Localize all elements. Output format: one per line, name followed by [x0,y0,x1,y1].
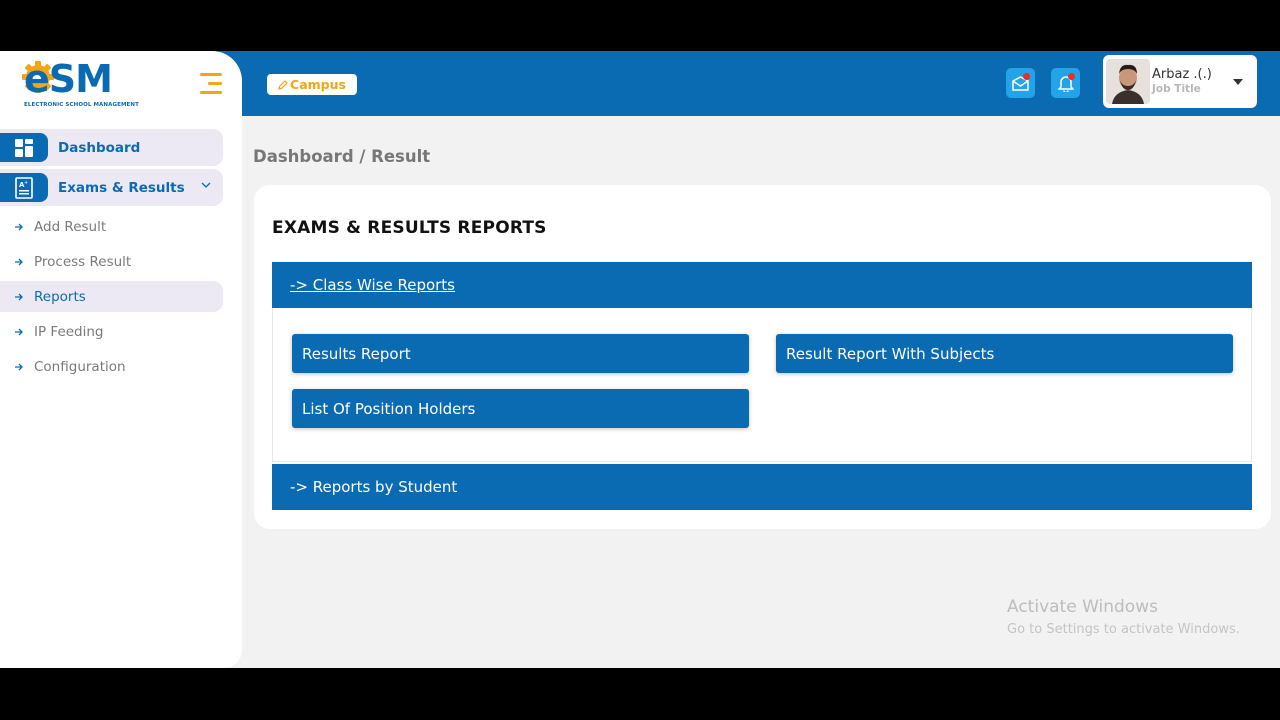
logo-text: eSM [24,57,113,101]
arrow-right-icon [15,223,23,230]
campus-label: Campus [290,77,346,92]
logo-subtitle: ELECTRONIC SCHOOL MANAGEMENT [24,102,139,108]
user-menu[interactable]: Arbaz .(.) Job Title [1103,55,1257,108]
notification-dot [1023,73,1030,80]
sidebar-item-exams-results[interactable]: A + Exams & Results [0,169,223,206]
position-holders-button[interactable]: List Of Position Holders [292,389,749,428]
sidebar-item-reports[interactable]: Reports [0,281,223,312]
arrow-right-icon [15,293,23,300]
pencil-icon [278,79,288,90]
dashboard-icon [0,133,48,162]
class-wise-reports-header[interactable]: -> Class Wise Reports [272,262,1252,308]
sidebar-item-configuration[interactable]: Configuration [0,351,223,382]
user-job-title: Job Title [1152,83,1201,95]
arrow-right-icon [15,328,23,335]
notifications-button[interactable] [1051,68,1080,98]
page-title: EXAMS & RESULTS REPORTS [272,218,547,238]
sidebar-item-label: Dashboard [58,139,141,156]
activation-watermark-text: Go to Settings to activate Windows. [1007,622,1240,637]
sidebar-item-label: Add Result [34,218,107,235]
sidebar-item-label: Exams & Results [58,179,185,196]
arrow-right-icon [15,363,23,370]
exam-sheet-icon: A + [0,173,48,202]
accordion-label: -> Reports by Student [290,478,458,496]
sidebar-item-label: Configuration [34,358,126,375]
messages-button[interactable] [1006,68,1035,98]
campus-button[interactable]: Campus [267,74,357,95]
sidebar: eSM ELECTRONIC SCHOOL MANAGEMENT Dashboa… [0,51,242,668]
app-screen: Campus Arbaz .(.) Job Title eSM ELECTRON… [0,51,1280,668]
breadcrumb: Dashboard / Result [253,147,431,166]
class-wise-reports-panel: Results Report Result Report With Subjec… [272,308,1252,462]
sidebar-item-add-result[interactable]: Add Result [0,211,223,242]
reports-by-student-header[interactable]: -> Reports by Student [272,464,1252,510]
sidebar-item-dashboard[interactable]: Dashboard [0,129,223,166]
sidebar-item-label: Process Result [34,253,132,270]
sidebar-item-label: IP Feeding [34,323,104,340]
caret-down-icon[interactable] [1233,79,1243,85]
result-report-with-subjects-button[interactable]: Result Report With Subjects [776,334,1233,373]
sidebar-item-label: Reports [34,288,86,305]
arrow-right-icon [15,258,23,265]
esm-logo: eSM ELECTRONIC SCHOOL MANAGEMENT [22,55,139,113]
results-report-button[interactable]: Results Report [292,334,749,373]
reports-card: EXAMS & RESULTS REPORTS -> Class Wise Re… [254,185,1271,529]
chevron-down-icon [201,182,211,188]
menu-toggle-button[interactable] [200,71,224,97]
svg-text:+: + [24,180,28,186]
accordion-label: -> Class Wise Reports [290,276,455,294]
avatar [1106,59,1150,104]
notification-dot [1068,73,1075,80]
sidebar-item-process-result[interactable]: Process Result [0,246,223,277]
activation-watermark-title: Activate Windows [1007,597,1158,617]
user-name: Arbaz .(.) [1152,67,1212,82]
sidebar-item-ip-feeding[interactable]: IP Feeding [0,316,223,347]
